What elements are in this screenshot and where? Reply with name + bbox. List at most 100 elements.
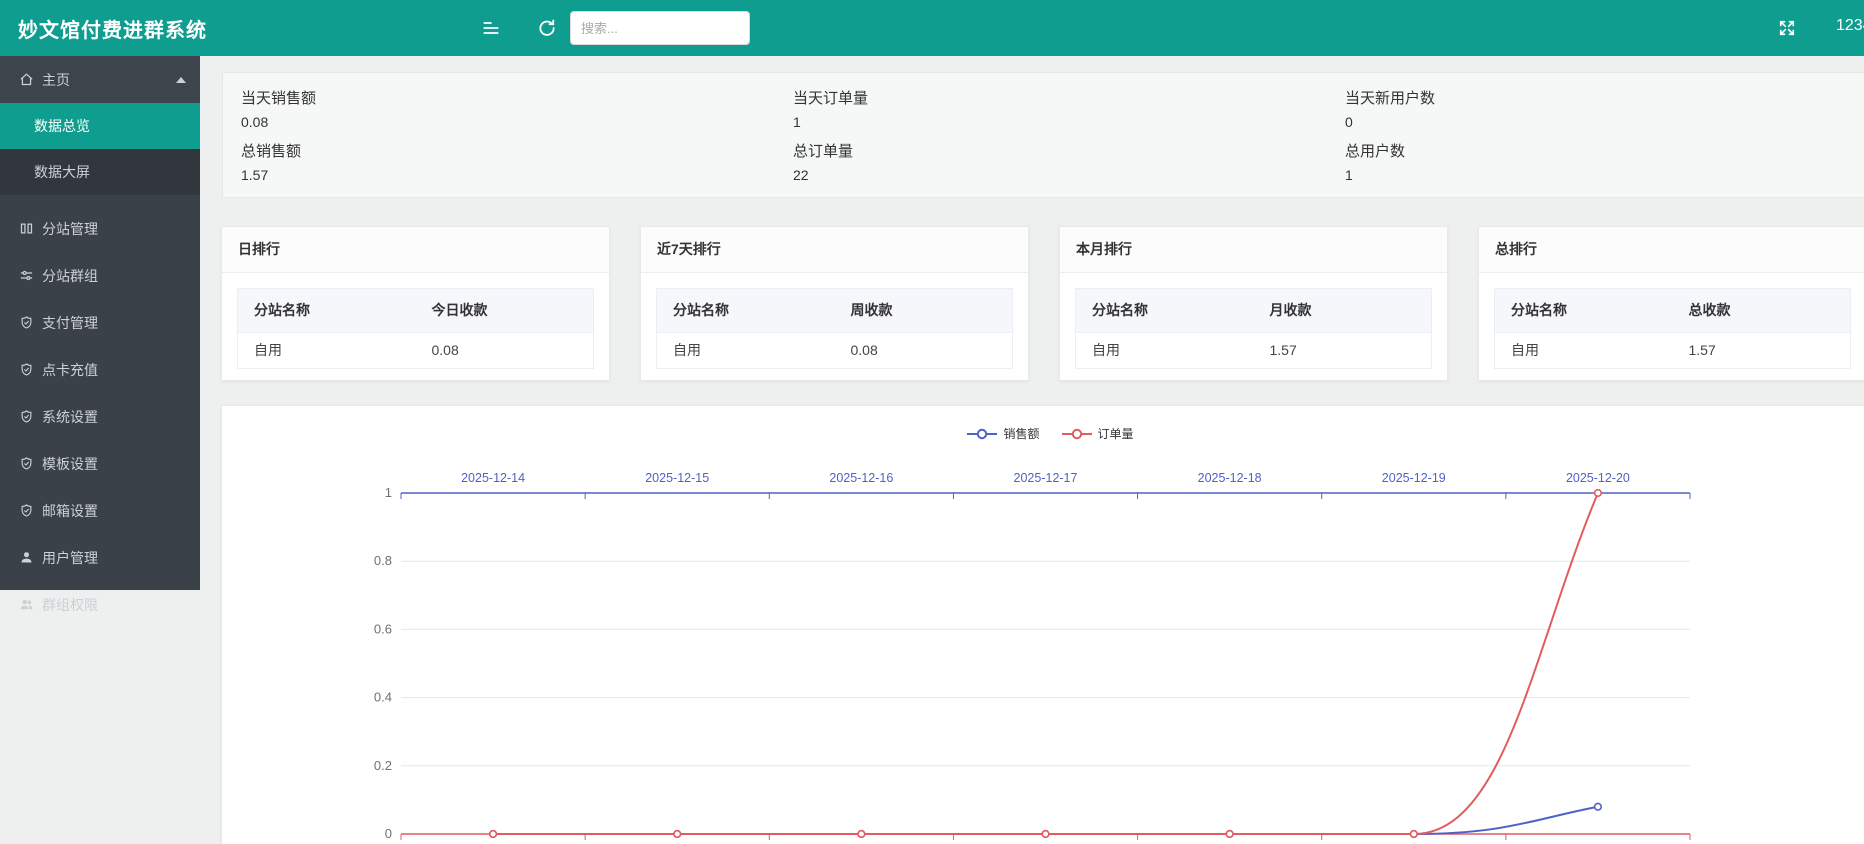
- sales-orders-chart-card: 销售额订单量 00.20.40.60.812025-12-142025-12-1…: [221, 405, 1864, 844]
- stats-column: 当天订单量 1 总订单量 22: [775, 73, 1327, 197]
- sidebar-item-label: 支付管理: [42, 313, 98, 333]
- top-date-label: 2025-12-17: [1014, 471, 1078, 485]
- home-icon: [18, 72, 34, 88]
- sidebar-item-label: 模板设置: [42, 454, 98, 474]
- sidebar-item-用户管理[interactable]: 用户管理: [0, 534, 200, 581]
- stat-value: 1: [1345, 167, 1864, 183]
- y-tick-label: 0.2: [374, 758, 392, 773]
- stat-value: 0.08: [241, 114, 775, 130]
- stat-value: 0: [1345, 114, 1864, 130]
- ranking-card-title: 本月排行: [1060, 227, 1447, 273]
- y-tick-label: 0.6: [374, 621, 392, 636]
- table-header-row: 分站名称月收款: [1076, 289, 1431, 333]
- table-row: 自用1.57: [1076, 333, 1431, 368]
- top-date-label: 2025-12-16: [829, 471, 893, 485]
- menu-toggle-icon[interactable]: [478, 15, 504, 41]
- sidebar-item-分站群组[interactable]: 分站群组: [0, 252, 200, 299]
- shield-check-icon: [18, 362, 34, 378]
- columns-icon: [18, 221, 34, 237]
- sidebar-item-分站管理[interactable]: 分站管理: [0, 205, 200, 252]
- stat-总订单量: 总订单量 22: [793, 140, 1327, 183]
- stat-label: 当天新用户数: [1345, 87, 1864, 108]
- ranking-card-本月排行: 本月排行分站名称月收款自用1.57: [1059, 226, 1448, 381]
- sidebar-item-系统设置[interactable]: 系统设置: [0, 393, 200, 440]
- fullscreen-icon[interactable]: [1774, 15, 1800, 41]
- stat-当天新用户数: 当天新用户数 0: [1345, 87, 1864, 130]
- y-tick-label: 1: [385, 485, 392, 500]
- stat-当天订单量: 当天订单量 1: [793, 87, 1327, 130]
- sidebar-item-群组权限[interactable]: 群组权限: [0, 581, 200, 628]
- data-point-订单量: [1042, 831, 1049, 838]
- ranking-card-日排行: 日排行分站名称今日收款自用0.08: [221, 226, 610, 381]
- ranking-card-title: 总排行: [1479, 227, 1864, 273]
- sidebar-menu: 主页数据总览数据大屏分站管理分站群组支付管理点卡充值系统设置模板设置邮箱设置用户…: [0, 56, 200, 590]
- sidebar-item-label: 群组权限: [42, 595, 98, 615]
- ranking-card-title: 近7天排行: [641, 227, 1028, 273]
- data-point-订单量: [1410, 831, 1417, 838]
- sidebar-subitem-数据大屏[interactable]: 数据大屏: [0, 149, 200, 195]
- shield-check-icon: [18, 456, 34, 472]
- table-header-row: 分站名称周收款: [657, 289, 1012, 333]
- data-point-订单量: [1226, 831, 1233, 838]
- stats-overview-panel: 当天销售额 0.08 总销售额1.57 当天订单量 1 总订单量 22 当天新用户数 0 总用户数…: [222, 72, 1864, 198]
- sidebar-item-模板设置[interactable]: 模板设置: [0, 440, 200, 487]
- y-tick-label: 0.8: [374, 553, 392, 568]
- table-row: 自用0.08: [657, 333, 1012, 368]
- stat-label: 当天销售额: [241, 87, 775, 108]
- stat-value: 22: [793, 167, 1327, 183]
- chevron-up-icon: [176, 77, 186, 83]
- table-header-row: 分站名称总收款: [1495, 289, 1850, 333]
- dashboard-page: { "header": { "title": "妙文馆付费进群系统", "sea…: [0, 0, 1864, 844]
- shield-check-icon: [18, 315, 34, 331]
- data-point-订单量: [858, 831, 865, 838]
- user-icon: [18, 550, 34, 566]
- stat-label: 总订单量: [793, 140, 1327, 161]
- stat-label: 总用户数: [1345, 140, 1864, 161]
- table-row: 自用1.57: [1495, 333, 1850, 368]
- top-date-label: 2025-12-20: [1566, 471, 1630, 485]
- stat-总销售额: 总销售额1.57: [241, 140, 775, 183]
- search-input[interactable]: [570, 11, 750, 45]
- data-point-订单量: [674, 831, 681, 838]
- app-title: 妙文馆付费进群系统: [18, 14, 207, 43]
- data-point-订单量: [490, 831, 497, 838]
- sliders-icon: [18, 268, 34, 284]
- y-tick-label: 0: [385, 826, 392, 841]
- sidebar-item-支付管理[interactable]: 支付管理: [0, 299, 200, 346]
- sidebar-item-label: 点卡充值: [42, 360, 98, 380]
- sidebar-item-label: 用户管理: [42, 548, 98, 568]
- series-line-订单量: [493, 493, 1598, 834]
- ranking-table: 分站名称月收款自用1.57: [1075, 288, 1432, 369]
- top-date-label: 2025-12-19: [1382, 471, 1446, 485]
- stat-value: 1.57: [241, 167, 775, 183]
- ranking-card-总排行: 总排行分站名称总收款自用1.57: [1478, 226, 1864, 381]
- sidebar-item-点卡充值[interactable]: 点卡充值: [0, 346, 200, 393]
- top-date-label: 2025-12-14: [461, 471, 525, 485]
- stat-总用户数: 总用户数 1: [1345, 140, 1864, 183]
- data-point-订单量: [1595, 490, 1602, 497]
- refresh-icon[interactable]: [534, 15, 560, 41]
- top-header-bar: 妙文馆付费进群系统 12345: [0, 0, 1864, 56]
- username-label[interactable]: 12345: [1836, 17, 1864, 35]
- sidebar-item-label: 分站群组: [42, 266, 98, 286]
- sidebar-item-主页[interactable]: 主页: [0, 56, 200, 103]
- stat-label: 当天订单量: [793, 87, 1327, 108]
- stat-value: 1: [793, 114, 1327, 130]
- sidebar-item-label: 分站管理: [42, 219, 98, 239]
- sidebar-item-label: 主页: [42, 70, 70, 90]
- line-chart: 00.20.40.60.812025-12-142025-12-152025-1…: [222, 406, 1864, 844]
- shield-check-icon: [18, 409, 34, 425]
- sidebar-item-label: 系统设置: [42, 407, 98, 427]
- ranking-table: 分站名称总收款自用1.57: [1494, 288, 1851, 369]
- data-point-销售额: [1595, 803, 1602, 810]
- ranking-card-title: 日排行: [222, 227, 609, 273]
- sidebar-item-邮箱设置[interactable]: 邮箱设置: [0, 487, 200, 534]
- stats-column: 当天新用户数 0 总用户数 1: [1327, 73, 1864, 197]
- ranking-card-近7天排行: 近7天排行分站名称周收款自用0.08: [640, 226, 1029, 381]
- top-date-label: 2025-12-15: [645, 471, 709, 485]
- ranking-table: 分站名称周收款自用0.08: [656, 288, 1013, 369]
- top-date-label: 2025-12-18: [1198, 471, 1262, 485]
- sidebar-item-label: 邮箱设置: [42, 501, 98, 521]
- sidebar-subitem-数据总览[interactable]: 数据总览: [0, 103, 200, 149]
- users-icon: [18, 597, 34, 613]
